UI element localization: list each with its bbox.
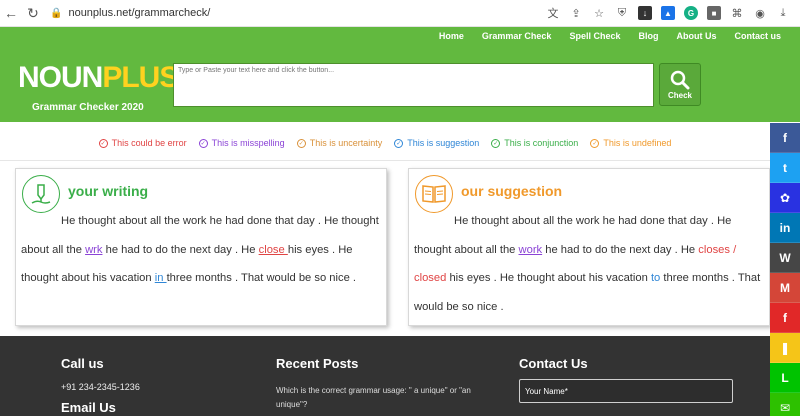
legend-label: This is conjunction: [504, 138, 579, 148]
recent-posts-heading: Recent Posts: [276, 356, 359, 371]
check-icon: ✓: [491, 138, 501, 148]
profile-icon[interactable]: ◉: [753, 6, 767, 20]
legend-conjunction: ✓ This is conjunction: [491, 138, 578, 148]
our-suggestion-panel: our suggestion He thought about all the …: [408, 168, 770, 326]
legend: ✓ This could be error ✓ This is misspell…: [0, 138, 770, 148]
check-button-label: Check: [667, 90, 692, 100]
puzzle-icon[interactable]: ⌘: [730, 6, 744, 20]
check-button[interactable]: Check: [659, 63, 701, 106]
legend-label: This is misspelling: [211, 138, 285, 148]
text-segment: he had to do the next day . He: [102, 243, 259, 256]
facebook-icon[interactable]: f: [770, 123, 800, 153]
gmail-icon[interactable]: M: [770, 273, 800, 303]
search-icon: [670, 70, 690, 89]
contact-us-heading: Contact Us: [519, 356, 588, 371]
error-word[interactable]: close: [259, 244, 288, 256]
legend-suggestion: ✓ This is suggestion: [394, 138, 479, 148]
legend-error: ✓ This could be error: [98, 138, 187, 148]
footer-contact-column: Contact Us Your Name*: [519, 336, 733, 403]
legend-undefined: ✓ This is undefined: [590, 138, 671, 148]
text-segment: his eyes . He thought about his vacation: [446, 272, 651, 284]
translate-icon[interactable]: 文: [546, 6, 560, 20]
address-bar[interactable]: 🔒 nounplus.net/grammarcheck/: [50, 7, 546, 19]
nav-spell-check[interactable]: Spell Check: [560, 31, 629, 41]
check-icon: ✓: [296, 138, 306, 148]
call-us-heading: Call us: [61, 356, 104, 371]
your-writing-panel: your writing He thought about all the wo…: [15, 168, 387, 326]
baidu-icon[interactable]: ✿: [770, 183, 800, 213]
blue-extension-icon[interactable]: ▲: [661, 6, 675, 20]
shield-extension-icon[interactable]: ⛨: [615, 6, 629, 20]
wordpress-icon[interactable]: W: [770, 243, 800, 273]
name-input[interactable]: Your Name*: [519, 379, 733, 403]
text-segment: he had to do the next day . He: [542, 243, 699, 256]
suggested-text: He thought about all the work he had don…: [414, 207, 765, 321]
nav-contact-us[interactable]: Contact us: [725, 31, 790, 41]
logo-part-plus: PLUS: [102, 61, 179, 94]
recent-post-link[interactable]: Which is the correct grammar usage: " a …: [276, 384, 491, 412]
site-logo[interactable]: NOUNPLUS: [18, 61, 179, 94]
bookmark-icon[interactable]: ❚: [770, 333, 800, 363]
site-header: Home Grammar Check Spell Check Blog Abou…: [0, 27, 800, 122]
misspelled-word[interactable]: wrk: [85, 244, 102, 256]
twitter-icon[interactable]: t: [770, 153, 800, 183]
logo-part-noun: NOUN: [18, 61, 103, 94]
social-share-bar: f t ✿ in W M f ❚ L ✉: [770, 123, 800, 416]
check-icon: ✓: [394, 138, 404, 148]
divider: [0, 160, 770, 161]
text-segment: three months . That would be so nice .: [166, 272, 357, 284]
check-icon: ✓: [198, 138, 208, 148]
download-extension-icon[interactable]: ↓: [638, 6, 652, 20]
site-tagline: Grammar Checker 2020: [32, 102, 144, 113]
download-icon[interactable]: ⤓: [776, 6, 790, 20]
grammar-extension-icon[interactable]: G: [684, 6, 698, 20]
url-text: nounplus.net/grammarcheck/: [68, 7, 211, 19]
panel-title: your writing: [68, 183, 149, 199]
reload-icon[interactable]: ↻: [22, 2, 44, 24]
check-icon: ✓: [590, 138, 600, 148]
check-icon: ✓: [98, 138, 108, 148]
flipboard-icon[interactable]: f: [770, 303, 800, 333]
panel-title: our suggestion: [461, 183, 563, 199]
browser-toolbar: ← ↻ 🔒 nounplus.net/grammarcheck/ 文 ⇪ ☆ ⛨…: [0, 0, 800, 27]
legend-uncertainty: ✓ This is uncertainty: [296, 138, 383, 148]
suggested-word[interactable]: to: [651, 272, 660, 284]
legend-label: This is suggestion: [407, 138, 480, 148]
phone-number[interactable]: +91 234-2345-1236: [61, 382, 140, 392]
extension-tray: 文 ⇪ ☆ ⛨ ↓ ▲ G ■ ⌘ ◉ ⤓: [546, 6, 790, 20]
nav-home[interactable]: Home: [430, 31, 473, 41]
legend-label: This could be error: [111, 138, 187, 148]
original-text: He thought about all the work he had don…: [21, 207, 382, 293]
line-icon[interactable]: L: [770, 363, 800, 393]
nav-about-us[interactable]: About Us: [667, 31, 725, 41]
suggestion-word[interactable]: in: [155, 272, 167, 284]
footer-posts-column: Recent Posts Which is the correct gramma…: [276, 336, 491, 412]
back-arrow-icon[interactable]: ←: [0, 2, 22, 24]
legend-label: This is undefined: [603, 138, 672, 148]
nav-blog[interactable]: Blog: [629, 31, 667, 41]
corrected-spelling[interactable]: work: [519, 244, 543, 256]
legend-label: This is uncertainty: [309, 138, 383, 148]
legend-misspelling: ✓ This is misspelling: [198, 138, 285, 148]
nav-grammar-check[interactable]: Grammar Check: [473, 31, 561, 41]
lock-icon: 🔒: [50, 7, 63, 19]
grammar-text-input[interactable]: [173, 63, 654, 107]
grey-extension-icon[interactable]: ■: [707, 6, 721, 20]
share-icon[interactable]: ⇪: [569, 6, 583, 20]
star-icon[interactable]: ☆: [592, 6, 606, 20]
site-footer: Call us +91 234-2345-1236 Email Us Recen…: [0, 336, 770, 416]
linkedin-icon[interactable]: in: [770, 213, 800, 243]
footer-call-column: Call us +91 234-2345-1236 Email Us: [61, 336, 140, 415]
email-us-heading: Email Us: [61, 400, 116, 415]
wechat-icon[interactable]: ✉: [770, 393, 800, 416]
top-navigation: Home Grammar Check Spell Check Blog Abou…: [430, 31, 790, 41]
